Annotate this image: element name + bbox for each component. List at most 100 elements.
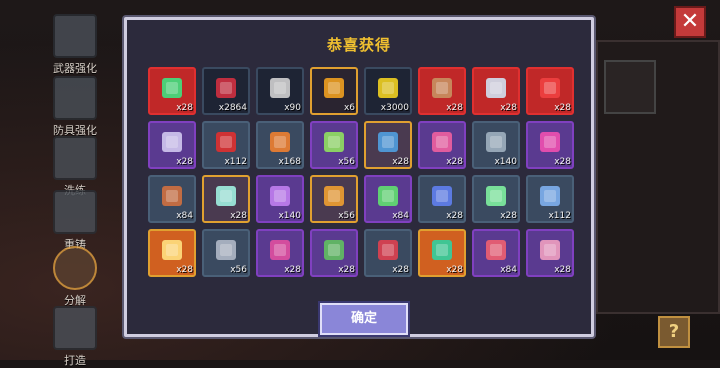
rifle-icon xyxy=(157,182,187,210)
item-quantity: x28 xyxy=(500,211,517,221)
bracer-icon xyxy=(211,236,241,264)
item-quantity: x56 xyxy=(338,157,355,167)
armor-icon xyxy=(53,76,97,120)
reward-slot[interactable]: x3000 xyxy=(361,64,415,118)
item-quantity: x3000 xyxy=(380,103,409,113)
item-quantity: x28 xyxy=(176,265,193,275)
reward-slot[interactable]: x28 xyxy=(415,64,469,118)
item-quantity: x28 xyxy=(554,265,571,275)
reward-slot[interactable]: x84 xyxy=(145,172,199,226)
item-quantity: x140 xyxy=(278,211,301,221)
green-eye-icon xyxy=(373,182,403,210)
reward-slot[interactable]: x28 xyxy=(523,118,577,172)
item-quantity: x28 xyxy=(392,157,409,167)
item-quantity: x28 xyxy=(338,265,355,275)
reward-slot[interactable]: x6 xyxy=(307,64,361,118)
blue-rocket-icon xyxy=(427,182,457,210)
reward-slot[interactable]: x84 xyxy=(469,226,523,280)
reward-slot[interactable]: x28 xyxy=(361,226,415,280)
item-quantity: x90 xyxy=(284,103,301,113)
refine-icon xyxy=(53,136,97,180)
reward-slot[interactable]: x56 xyxy=(307,172,361,226)
item-quantity: x28 xyxy=(446,265,463,275)
reward-slot[interactable]: x140 xyxy=(253,172,307,226)
item-quantity: x28 xyxy=(176,157,193,167)
reward-slot[interactable]: x28 xyxy=(145,64,199,118)
reward-slot[interactable]: x28 xyxy=(145,226,199,280)
reward-slot[interactable]: x28 xyxy=(253,226,307,280)
purple-helmet-icon xyxy=(265,182,295,210)
shuriken-icon xyxy=(481,74,511,102)
item-quantity: x112 xyxy=(224,157,247,167)
pink-mask-icon xyxy=(535,128,565,156)
reward-slot[interactable]: x168 xyxy=(253,118,307,172)
menu-item-4[interactable]: 分解 xyxy=(40,246,110,308)
monster-face-icon xyxy=(427,74,457,102)
help-button[interactable]: ? xyxy=(658,316,690,348)
cactus-icon xyxy=(319,236,349,264)
menu-item-5[interactable]: 打造 xyxy=(40,306,110,368)
menu-item-3[interactable]: 重铸 xyxy=(40,190,110,252)
reward-slot[interactable]: x28 xyxy=(415,172,469,226)
close-button[interactable]: ✕ xyxy=(674,6,706,38)
boomerang-icon xyxy=(481,236,511,264)
reward-slot[interactable]: x56 xyxy=(307,118,361,172)
menu-item-1[interactable]: 防具强化 xyxy=(40,76,110,138)
reward-slot[interactable]: x28 xyxy=(469,172,523,226)
reward-slot[interactable]: x28 xyxy=(415,226,469,280)
reward-slot[interactable]: x28 xyxy=(523,64,577,118)
reward-slot[interactable]: x28 xyxy=(415,118,469,172)
confirm-button[interactable]: 确定 xyxy=(320,303,408,335)
green-potion-icon xyxy=(481,182,511,210)
reward-slot[interactable]: x90 xyxy=(253,64,307,118)
menu-item-label: 武器强化 xyxy=(53,62,97,75)
red-spear-icon xyxy=(373,236,403,264)
forge-icon xyxy=(53,306,97,350)
reward-slot[interactable]: x112 xyxy=(523,172,577,226)
item-quantity: x28 xyxy=(176,103,193,113)
mystery-box-icon xyxy=(157,236,187,264)
forge-side-menu: 武器强化防具强化洗练重铸分解打造 xyxy=(0,0,120,367)
gold-pile-icon xyxy=(319,74,349,102)
skull-helmet-icon xyxy=(211,182,241,210)
reward-slot[interactable]: x112 xyxy=(199,118,253,172)
reward-slot[interactable]: x56 xyxy=(199,226,253,280)
green-sword-icon xyxy=(157,74,187,102)
item-quantity: x28 xyxy=(446,103,463,113)
item-quantity: x84 xyxy=(176,211,193,221)
reward-slot[interactable]: x28 xyxy=(145,118,199,172)
reward-slot[interactable]: x28 xyxy=(199,172,253,226)
reward-grid: x28 x2864 x90 x6 x3000 x28 x28 x28 x28 x112 x168 x5… xyxy=(145,64,577,280)
purple-sword-icon xyxy=(157,128,187,156)
reward-slot[interactable]: x28 xyxy=(523,226,577,280)
item-quantity: x140 xyxy=(494,157,517,167)
item-quantity: x2864 xyxy=(218,103,247,113)
item-quantity: x28 xyxy=(554,103,571,113)
item-quantity: x84 xyxy=(392,211,409,221)
equipment-slot[interactable] xyxy=(604,60,656,114)
reward-slot[interactable]: x84 xyxy=(361,172,415,226)
item-quantity: x112 xyxy=(548,211,571,221)
dialog-title: 恭喜获得 xyxy=(326,36,391,54)
reward-slot[interactable]: x2864 xyxy=(199,64,253,118)
item-quantity: x6 xyxy=(343,103,355,113)
reward-slot[interactable]: x28 xyxy=(361,118,415,172)
menu-item-0[interactable]: 武器强化 xyxy=(40,14,110,76)
cross-shield-icon xyxy=(373,128,403,156)
item-quantity: x28 xyxy=(446,211,463,221)
item-quantity: x56 xyxy=(338,211,355,221)
red-blade-icon xyxy=(535,74,565,102)
decompose-icon xyxy=(53,246,97,290)
reward-slot[interactable]: x140 xyxy=(469,118,523,172)
menu-item-2[interactable]: 洗练 xyxy=(40,136,110,198)
gun-icon xyxy=(319,128,349,156)
reward-slot[interactable]: x28 xyxy=(469,64,523,118)
red-staff-icon xyxy=(211,128,241,156)
reward-slot[interactable]: x28 xyxy=(307,226,361,280)
item-quantity: x28 xyxy=(392,265,409,275)
item-quantity: x28 xyxy=(554,157,571,167)
pickaxe-icon xyxy=(319,182,349,210)
item-quantity: x28 xyxy=(500,103,517,113)
purple-shield-icon xyxy=(265,236,295,264)
blue-spear-icon xyxy=(535,182,565,210)
